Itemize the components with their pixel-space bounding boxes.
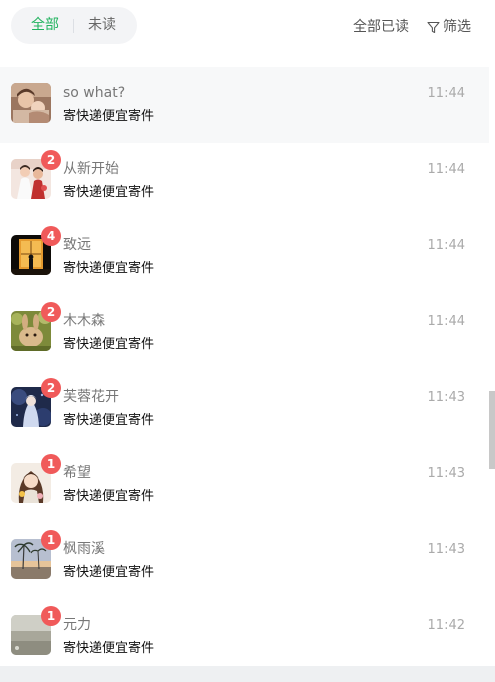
conversation-row[interactable]: 1 枫雨溪 11:43 寄快递便宜寄件 [0, 523, 489, 599]
conversation-time: 11:43 [427, 390, 465, 405]
avatar [11, 83, 51, 123]
conversation-list: so what? 11:44 寄快递便宜寄件 2 从新开始 11:44 寄快递便… [0, 67, 489, 666]
conversation-preview: 寄快递便宜寄件 [63, 413, 155, 428]
funnel-icon [427, 21, 443, 34]
conversation-preview: 寄快递便宜寄件 [63, 565, 155, 580]
conversation-preview: 寄快递便宜寄件 [63, 261, 155, 276]
conversation-time: 11:42 [427, 618, 465, 633]
conversation-time: 11:43 [427, 542, 465, 557]
scrollbar-thumb[interactable] [489, 391, 495, 469]
unread-badge: 1 [41, 606, 61, 626]
unread-badge: 1 [41, 530, 61, 550]
tab-all[interactable]: 全部 [31, 7, 59, 44]
conversation-preview: 寄快递便宜寄件 [63, 641, 155, 656]
conversation-name: 元力 [63, 617, 91, 633]
conversation-name: 希望 [63, 465, 91, 481]
conversation-name: so what? [63, 85, 126, 101]
conversation-preview: 寄快递便宜寄件 [63, 185, 155, 200]
mark-all-read-button[interactable]: 全部已读 [353, 18, 409, 36]
conversation-preview: 寄快递便宜寄件 [63, 109, 155, 124]
conversation-time: 11:44 [427, 238, 465, 253]
conversation-row[interactable]: so what? 11:44 寄快递便宜寄件 [0, 67, 489, 143]
conversation-row[interactable]: 4 致远 11:44 寄快递便宜寄件 [0, 219, 489, 295]
conversation-row[interactable]: 2 木木森 11:44 寄快递便宜寄件 [0, 295, 489, 371]
conversation-time: 11:44 [427, 162, 465, 177]
bottom-edge [0, 666, 495, 682]
unread-badge: 2 [41, 378, 61, 398]
unread-badge: 4 [41, 226, 61, 246]
unread-badge: 1 [41, 454, 61, 474]
conversation-time: 11:44 [427, 86, 465, 101]
conversation-time: 11:43 [427, 466, 465, 481]
unread-badge: 2 [41, 302, 61, 322]
conversation-row[interactable]: 2 从新开始 11:44 寄快递便宜寄件 [0, 143, 489, 219]
conversation-name: 芙蓉花开 [63, 389, 119, 405]
conversation-preview: 寄快递便宜寄件 [63, 489, 155, 504]
conversation-row[interactable]: 1 希望 11:43 寄快递便宜寄件 [0, 447, 489, 523]
conversation-row[interactable]: 1 元力 11:42 寄快递便宜寄件 [0, 599, 489, 666]
segment-divider [73, 19, 74, 33]
conversation-name: 从新开始 [63, 161, 119, 177]
conversation-name: 木木森 [63, 313, 105, 329]
conversation-row[interactable]: 2 芙蓉花开 11:43 寄快递便宜寄件 [0, 371, 489, 447]
unread-badge: 2 [41, 150, 61, 170]
tab-unread[interactable]: 未读 [88, 7, 116, 44]
conversation-preview: 寄快递便宜寄件 [63, 337, 155, 352]
read-filter-segment: 全部 未读 [11, 7, 137, 44]
conversation-time: 11:44 [427, 314, 465, 329]
filter-button[interactable]: 筛选 [427, 18, 471, 36]
conversation-name: 致远 [63, 237, 91, 253]
filter-label: 筛选 [443, 19, 471, 35]
top-bar: 全部 未读 全部已读 筛选 [0, 0, 495, 56]
conversation-name: 枫雨溪 [63, 541, 105, 557]
